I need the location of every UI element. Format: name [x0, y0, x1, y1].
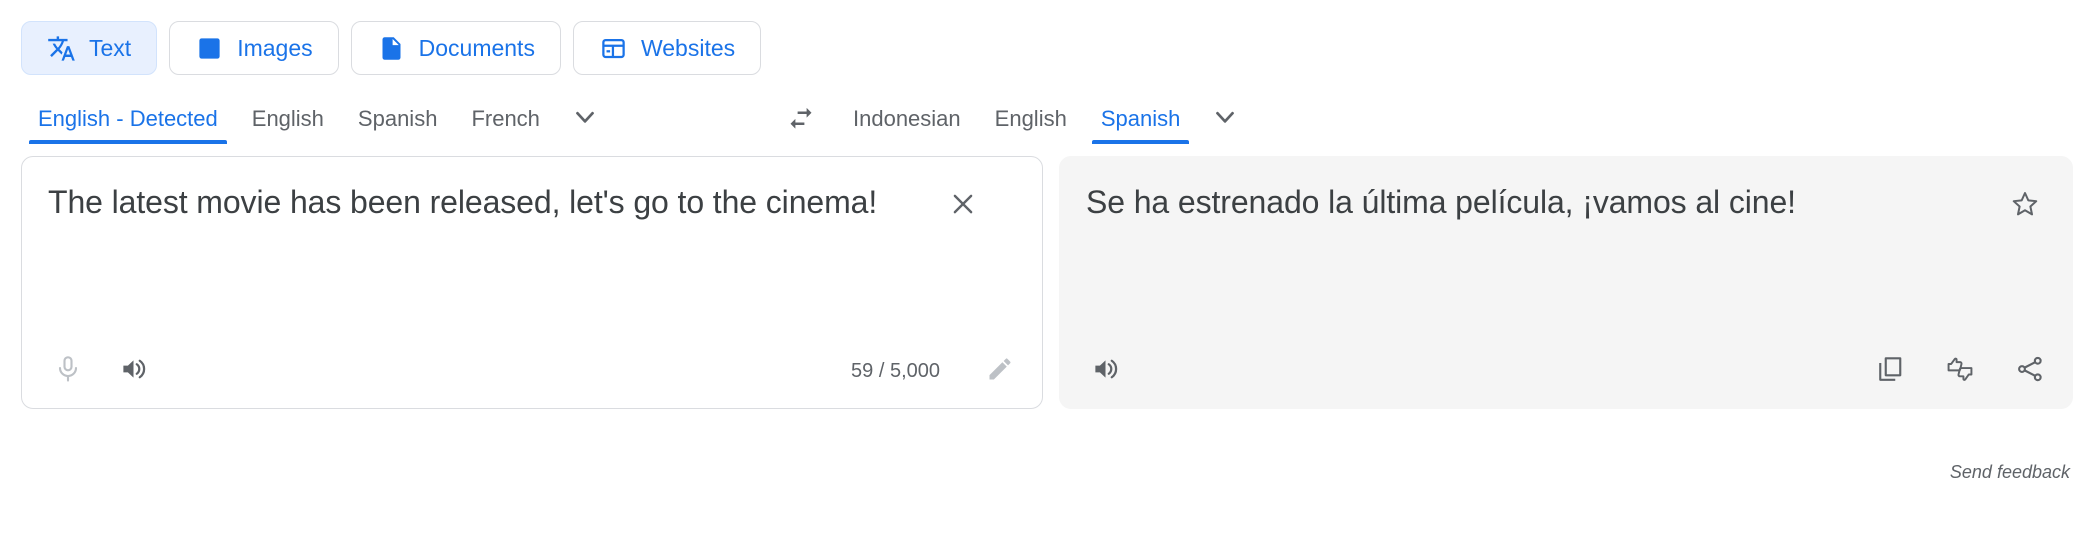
- target-language-more-button[interactable]: [1197, 94, 1253, 144]
- language-selector-bar: English - Detected English Spanish Frenc…: [0, 94, 2094, 144]
- target-lang-tab-spanish[interactable]: Spanish: [1084, 94, 1198, 144]
- translated-text: Se ha estrenado la última película, ¡vam…: [1086, 184, 1796, 220]
- character-counter: 59 / 5,000: [851, 359, 940, 382]
- source-language-bar: English - Detected English Spanish Frenc…: [21, 94, 766, 144]
- mode-tab-documents-label: Documents: [418, 34, 535, 61]
- mode-tab-images-label: Images: [237, 34, 313, 61]
- source-panel-toolbar: 59 / 5,000: [22, 334, 1042, 408]
- thumbs-updown-icon: [1944, 353, 1976, 390]
- target-text-panel: Se ha estrenado la última película, ¡vam…: [1059, 156, 2073, 409]
- share-translation-button[interactable]: [2010, 351, 2050, 391]
- mode-tab-websites-label: Websites: [640, 34, 736, 61]
- save-translation-button[interactable]: [2004, 185, 2046, 227]
- target-toolbar-right: [1870, 351, 2050, 391]
- listen-source-button[interactable]: [114, 351, 154, 391]
- chevron-down-icon: [1210, 102, 1240, 137]
- website-icon: [599, 34, 628, 63]
- source-lang-tab-detected[interactable]: English - Detected: [21, 94, 235, 144]
- chevron-down-icon: [570, 102, 600, 137]
- source-lang-tab-english[interactable]: English: [235, 94, 341, 144]
- clear-source-text-button[interactable]: [942, 185, 984, 227]
- handwrite-input-button[interactable]: [980, 351, 1020, 391]
- target-lang-tab-english[interactable]: English: [978, 94, 1084, 144]
- copy-translation-button[interactable]: [1870, 351, 1910, 391]
- source-lang-tab-spanish[interactable]: Spanish: [341, 94, 455, 144]
- swap-languages-button[interactable]: [776, 94, 826, 144]
- source-lang-tab-french[interactable]: French: [454, 94, 556, 144]
- target-text-body: Se ha estrenado la última película, ¡vam…: [1060, 157, 2072, 334]
- mode-tab-bar: Text Images Documents Websites: [0, 0, 2094, 75]
- mode-tab-websites[interactable]: Websites: [572, 21, 762, 75]
- star-outline-icon: [2010, 189, 2040, 224]
- send-feedback-link[interactable]: Send feedback: [1950, 462, 2070, 483]
- voice-input-button[interactable]: [48, 351, 88, 391]
- share-icon: [2015, 354, 2045, 389]
- pencil-icon: [986, 355, 1014, 388]
- target-toolbar-left: [1086, 351, 1126, 391]
- mode-tab-text[interactable]: Text: [21, 21, 158, 75]
- mode-tab-text-label: Text: [89, 34, 132, 61]
- listen-translation-button[interactable]: [1086, 351, 1126, 391]
- source-language-more-button[interactable]: [557, 94, 613, 144]
- volume-up-icon: [119, 354, 149, 389]
- source-toolbar-right: 59 / 5,000: [851, 351, 1020, 391]
- source-text-input[interactable]: The latest movie has been released, let'…: [48, 183, 942, 222]
- microphone-icon: [53, 354, 83, 389]
- translate-icon: [47, 34, 76, 63]
- image-icon: [195, 34, 224, 63]
- source-text-panel: The latest movie has been released, let'…: [21, 156, 1043, 409]
- target-language-bar: Indonesian English Spanish: [836, 94, 2094, 144]
- copy-icon: [1875, 354, 1905, 389]
- source-text-body: The latest movie has been released, let'…: [22, 157, 1042, 334]
- target-panel-toolbar: [1060, 334, 2072, 408]
- close-icon: [948, 189, 978, 224]
- translation-panels: The latest movie has been released, let'…: [0, 144, 2094, 409]
- mode-tab-images[interactable]: Images: [169, 21, 339, 75]
- swap-horizontal-icon: [786, 102, 816, 137]
- rate-translation-button[interactable]: [1940, 351, 1980, 391]
- document-icon: [377, 34, 406, 63]
- mode-tab-documents[interactable]: Documents: [350, 21, 561, 75]
- volume-up-icon: [1091, 354, 1121, 389]
- swap-languages-zone: [766, 94, 836, 144]
- target-lang-tab-indonesian[interactable]: Indonesian: [836, 94, 978, 144]
- source-toolbar-left: [48, 351, 154, 391]
